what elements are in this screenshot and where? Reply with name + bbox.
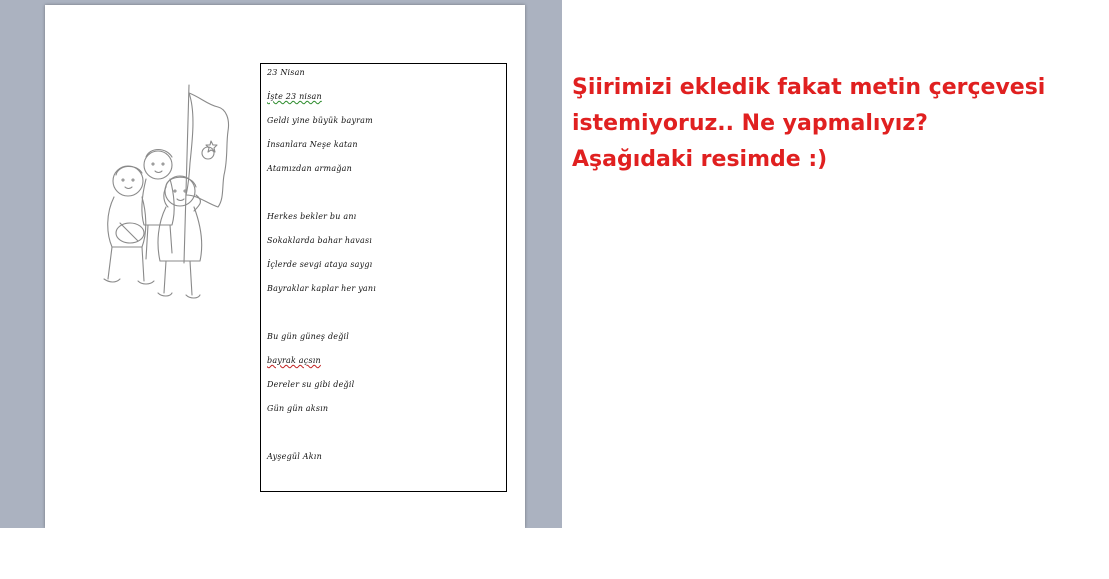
poem-line: Atamızdan armağan [267, 164, 352, 173]
screenshot-stage: 23 Nisan İşte 23 nisan Geldi yine büyük … [0, 0, 1109, 579]
caption-line-2: istemiyoruz.. Ne yapmalıyız? [572, 111, 928, 136]
poem-text-frame[interactable]: 23 Nisan İşte 23 nisan Geldi yine büyük … [260, 63, 507, 492]
poem-line: bayrak açsın [267, 355, 506, 379]
poem-line: Gün gün aksın [267, 404, 329, 413]
poem-line: Geldi yine büyük bayram [267, 116, 373, 125]
document-workspace: 23 Nisan İşte 23 nisan Geldi yine büyük … [0, 0, 562, 528]
poem-line: Dereler su gibi değil [267, 380, 355, 389]
poem-title: 23 Nisan [267, 68, 305, 77]
stanza-gap [267, 307, 506, 331]
caption-line-3: Aşağıdaki resimde :) [572, 147, 828, 172]
poem-line: Bu gün güneş değil [267, 332, 350, 341]
poem-line: İnsanlara Neşe katan [267, 140, 358, 149]
poem-line: Sokaklarda bahar havası [267, 236, 373, 245]
stanza-gap [267, 427, 506, 451]
poem-line: Bayraklar kaplar her yanı [267, 284, 376, 293]
poem-line: Herkes bekler bu anı [267, 212, 357, 221]
poem-author: Ayşegül Akın [267, 452, 322, 461]
caption-line-1: Şiirimizi ekledik fakat metin çerçevesi [572, 75, 1046, 100]
poem-line-text: İşte 23 nisan [267, 92, 322, 101]
poem-line-text: bayrak açsın [267, 356, 321, 365]
instruction-caption: Şiirimizi ekledik fakat metin çerçevesi … [572, 70, 1092, 178]
children-with-flag-drawing[interactable] [100, 83, 240, 303]
document-page[interactable]: 23 Nisan İşte 23 nisan Geldi yine büyük … [45, 5, 525, 528]
poem-line: İşte 23 nisan [267, 91, 506, 115]
stanza-gap [267, 187, 506, 211]
poem-line: İçlerde sevgi ataya saygı [267, 260, 373, 269]
